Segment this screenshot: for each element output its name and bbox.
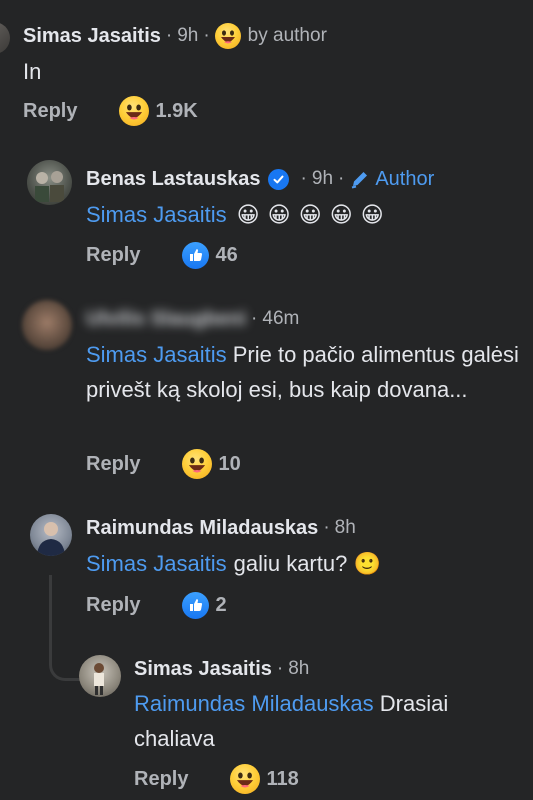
separator-dot: · bbox=[165, 25, 173, 46]
comment-header: Simas Jasaitis · 9h · by author bbox=[23, 22, 327, 50]
mention-link[interactable]: Raimundas Miladauskas bbox=[134, 691, 374, 716]
comment-time[interactable]: 9h bbox=[312, 168, 333, 190]
comment-header: Ulvilis Slaugbeni · 46m bbox=[86, 305, 299, 333]
commenter-name[interactable]: Raimundas Miladauskas bbox=[86, 517, 318, 540]
separator-dot: · bbox=[251, 308, 258, 329]
reply-button[interactable]: Reply bbox=[23, 100, 77, 123]
separator-dot: · bbox=[300, 168, 307, 189]
avatar[interactable] bbox=[79, 655, 121, 697]
laugh-reaction-icon[interactable] bbox=[182, 449, 213, 479]
comment-actions: Reply 10 bbox=[86, 449, 241, 479]
verified-badge-icon bbox=[267, 168, 289, 190]
author-badge: Author bbox=[375, 167, 435, 190]
comment-time[interactable]: 8h bbox=[335, 517, 356, 539]
avatar[interactable] bbox=[30, 514, 72, 556]
reply-button[interactable]: Reply bbox=[86, 594, 140, 617]
comment-text: Simas Jasaitis 😀 😀 😀 😀 😀 bbox=[86, 197, 385, 232]
comment-body: galiu kartu? 🙂 bbox=[233, 551, 381, 576]
comment-actions: Reply 46 bbox=[86, 240, 238, 270]
thumbs-up-icon[interactable] bbox=[182, 591, 210, 619]
reaction-count[interactable]: 118 bbox=[266, 768, 298, 791]
pencil-icon bbox=[349, 168, 371, 190]
laugh-emoji-icon bbox=[214, 23, 241, 49]
comment-header: Simas Jasaitis · 8h bbox=[134, 655, 309, 683]
commenter-name[interactable]: Simas Jasaitis bbox=[134, 658, 272, 681]
avatar[interactable] bbox=[22, 300, 72, 350]
comment-text: In bbox=[23, 59, 42, 84]
reaction-count[interactable]: 2 bbox=[215, 594, 226, 617]
comment-text: Simas Jasaitis Prie to pačio alimentus g… bbox=[86, 337, 531, 407]
mention-link[interactable]: Simas Jasaitis bbox=[86, 546, 227, 581]
mention-link[interactable]: Simas Jasaitis bbox=[86, 197, 227, 232]
by-author-label: by author bbox=[247, 25, 327, 46]
commenter-name[interactable]: Ulvilis Slaugbeni bbox=[86, 308, 246, 331]
commenter-name[interactable]: Simas Jasaitis bbox=[23, 25, 161, 48]
comment-time[interactable]: 9h bbox=[177, 25, 198, 47]
comment-actions: Reply 118 bbox=[134, 764, 299, 794]
comment-actions: Reply 2 bbox=[86, 590, 227, 620]
laugh-reaction-icon[interactable] bbox=[119, 96, 150, 126]
reaction-count[interactable]: 10 bbox=[218, 453, 240, 476]
comment-header: Benas Lastauskas · 9h · Author bbox=[86, 165, 434, 193]
commenter-name[interactable]: Benas Lastauskas bbox=[86, 168, 261, 191]
reaction-count[interactable]: 46 bbox=[215, 244, 237, 267]
avatar[interactable] bbox=[0, 22, 10, 54]
thread-curve bbox=[49, 640, 82, 681]
comment-time[interactable]: 46m bbox=[262, 308, 299, 330]
comment-actions: Reply 1.9K bbox=[23, 96, 198, 126]
grinning-emoji-row: 😀 😀 😀 😀 😀 bbox=[236, 202, 385, 227]
separator-dot: · bbox=[203, 25, 210, 46]
reply-button[interactable]: Reply bbox=[86, 453, 140, 476]
reply-button[interactable]: Reply bbox=[86, 244, 140, 267]
comment-time[interactable]: 8h bbox=[288, 658, 309, 680]
separator-dot: · bbox=[323, 517, 330, 538]
comment-header: Raimundas Miladauskas · 8h bbox=[86, 514, 356, 542]
thumbs-up-icon[interactable] bbox=[182, 241, 210, 269]
reply-button[interactable]: Reply bbox=[134, 768, 188, 791]
separator-dot: · bbox=[276, 658, 284, 679]
reaction-count[interactable]: 1.9K bbox=[155, 100, 197, 123]
separator-dot: · bbox=[338, 168, 345, 189]
comment-text: Raimundas Miladauskas Drasiai chaliava bbox=[134, 686, 524, 756]
mention-link[interactable]: Simas Jasaitis bbox=[86, 342, 227, 367]
avatar[interactable] bbox=[27, 160, 72, 205]
comment-text: Simas Jasaitis galiu kartu? 🙂 bbox=[86, 546, 381, 581]
laugh-reaction-icon[interactable] bbox=[230, 764, 261, 794]
